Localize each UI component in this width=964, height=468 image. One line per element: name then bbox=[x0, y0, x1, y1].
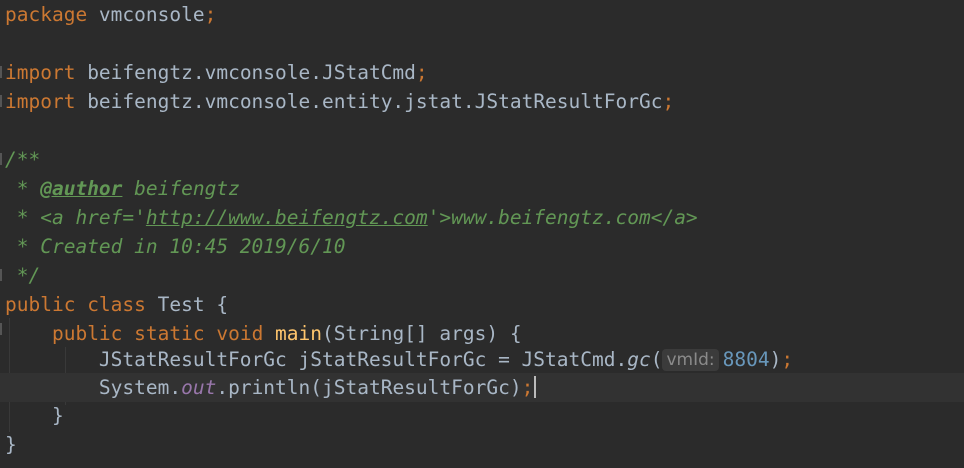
static-field: out bbox=[181, 376, 217, 399]
code-line-8[interactable]: * <a href='http://www.beifengtz.com'>www… bbox=[5, 203, 698, 232]
fold-marker[interactable] bbox=[0, 269, 2, 281]
fold-marker[interactable] bbox=[0, 66, 2, 78]
semicolon: ; bbox=[204, 3, 217, 26]
code-line-10[interactable]: */ bbox=[5, 261, 41, 290]
code-line-3[interactable]: import beifengtz.vmconsole.JStatCmd; bbox=[5, 58, 428, 87]
code-line-9[interactable]: * Created in 10:45 2019/6/10 bbox=[5, 232, 346, 261]
keyword: void bbox=[204, 322, 264, 345]
fold-marker[interactable] bbox=[0, 153, 2, 165]
parameter-hint: vmId: bbox=[662, 349, 719, 371]
method-signature: (String[] args) { bbox=[322, 322, 522, 345]
semicolon: ; bbox=[781, 348, 794, 371]
keyword: package bbox=[5, 3, 88, 26]
code-line-16[interactable]: } bbox=[5, 430, 17, 459]
fold-marker[interactable] bbox=[0, 323, 2, 335]
doc-comment: * bbox=[5, 177, 41, 200]
closing-brace: } bbox=[5, 404, 64, 427]
code-line-15[interactable]: } bbox=[5, 401, 64, 430]
statement: JStatResultForGc jStatResultForGc = JSta… bbox=[98, 348, 628, 371]
code-line-7[interactable]: * @author beifengtz bbox=[5, 174, 240, 203]
paren: ( bbox=[650, 348, 663, 371]
code-line-13[interactable]: JStatResultForGc jStatResultForGc = JSta… bbox=[5, 345, 793, 374]
doc-comment: * Created in 10:45 2019/6/10 bbox=[5, 235, 346, 258]
closing-brace: } bbox=[5, 433, 17, 456]
statement: .println(jStatResultForGc) bbox=[216, 376, 522, 399]
import-path: beifengtz.vmconsole.entity.jstat.JStatRe… bbox=[75, 90, 663, 113]
doc-comment: beifengtz bbox=[122, 177, 240, 200]
code-line-14-current[interactable]: System.out.println(jStatResultForGc); bbox=[0, 373, 964, 402]
keyword: static bbox=[122, 322, 205, 345]
keyword: public bbox=[51, 322, 123, 345]
semicolon: ; bbox=[415, 61, 428, 84]
keyword: import bbox=[5, 90, 76, 113]
keyword: import bbox=[5, 61, 76, 84]
semicolon: ; bbox=[521, 376, 534, 399]
import-path: beifengtz.vmconsole.JStatCmd bbox=[75, 61, 416, 84]
paren: ) bbox=[769, 348, 782, 371]
code-line-6[interactable]: /** bbox=[5, 145, 40, 174]
number-literal: 8804 bbox=[722, 348, 770, 371]
doc-comment: '>www.beifengtz.com</a> bbox=[427, 206, 698, 229]
semicolon: ; bbox=[662, 90, 675, 113]
class-name: Test { bbox=[145, 293, 229, 316]
code-line-12[interactable]: public static void main(String[] args) { bbox=[5, 319, 522, 348]
code-line-1[interactable]: package vmconsole; bbox=[5, 0, 216, 29]
static-call: gc bbox=[627, 348, 651, 371]
fold-marker[interactable] bbox=[0, 95, 2, 107]
code-editor[interactable]: package vmconsole; import beifengtz.vmco… bbox=[0, 0, 964, 468]
doc-comment: */ bbox=[5, 264, 41, 287]
statement: System. bbox=[98, 376, 182, 399]
keyword: public bbox=[5, 293, 76, 316]
package-name: vmconsole bbox=[87, 3, 205, 26]
text-caret bbox=[534, 376, 537, 398]
method-name: main bbox=[263, 322, 323, 345]
keyword: class bbox=[75, 293, 146, 316]
doc-comment: /** bbox=[5, 148, 41, 171]
doc-tag: @author bbox=[40, 177, 123, 200]
code-line-4[interactable]: import beifengtz.vmconsole.entity.jstat.… bbox=[5, 87, 674, 116]
doc-link[interactable]: http://www.beifengtz.com bbox=[146, 206, 428, 229]
code-line-11[interactable]: public class Test { bbox=[5, 290, 228, 319]
doc-comment: * <a href=' bbox=[5, 206, 146, 229]
